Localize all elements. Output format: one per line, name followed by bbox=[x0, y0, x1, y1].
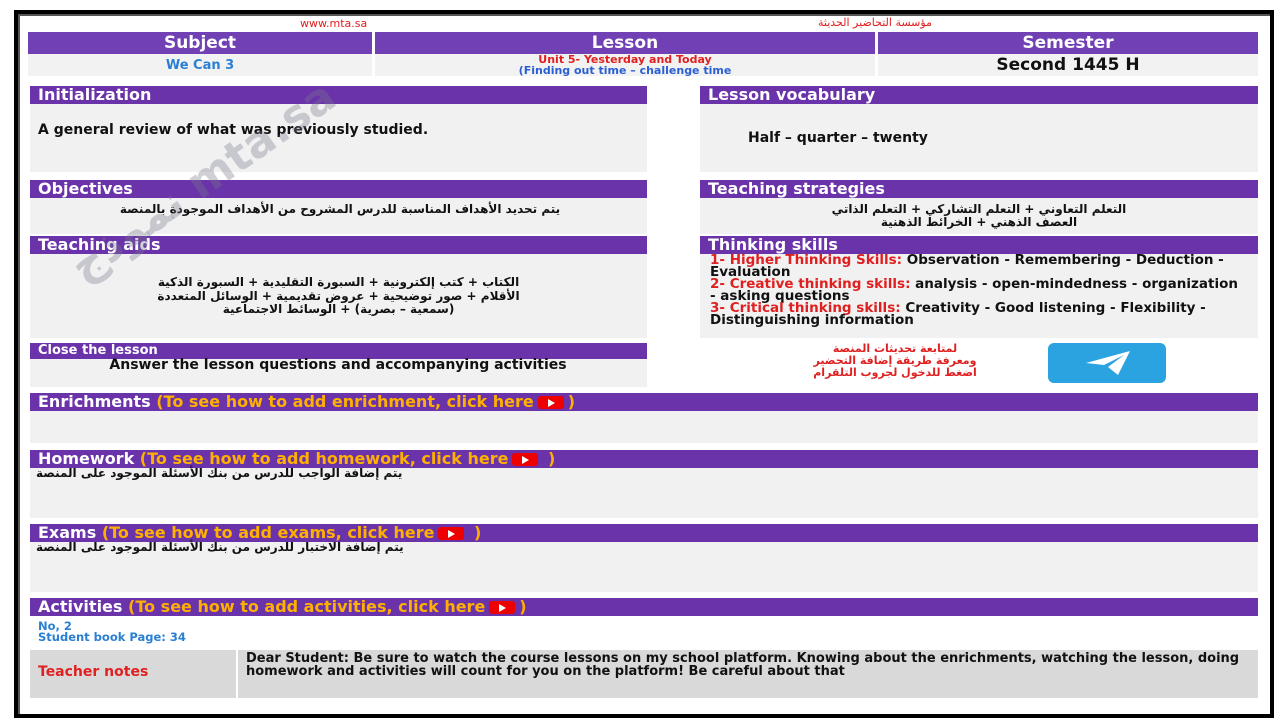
initialization-title: Initialization bbox=[30, 86, 647, 104]
activities-label: Activities bbox=[38, 597, 123, 616]
strategies-line2: العصف الذهني + الخرائط الذهنية bbox=[880, 215, 1078, 229]
enrichments-label: Enrichments bbox=[38, 392, 151, 411]
teacher-notes-divider bbox=[236, 650, 238, 698]
exams-text: يتم إضافة الاختبار للدرس من بنك الأسئلة … bbox=[36, 540, 404, 554]
vocabulary-title: Lesson vocabulary bbox=[700, 86, 1258, 104]
lesson-topic: (Finding out time – challenge time bbox=[518, 64, 732, 77]
enrichments-title: Enrichments (To see how to add enrichmen… bbox=[30, 393, 1258, 411]
activities-close: ) bbox=[519, 597, 527, 616]
subject-header: Subject bbox=[28, 32, 372, 54]
subject-text: We Can 3 bbox=[165, 58, 235, 73]
teacher-notes-label: Teacher notes bbox=[38, 664, 149, 680]
activities-link[interactable]: (To see how to add activities, click her… bbox=[128, 597, 485, 616]
youtube-icon[interactable] bbox=[537, 396, 564, 409]
activities-title: Activities (To see how to add activities… bbox=[30, 598, 1258, 616]
enrichments-close: ) bbox=[567, 392, 576, 411]
telegram-link[interactable]: لمتابعة تحديثات المنصة ومعرفة طريقة إضاف… bbox=[760, 340, 1180, 386]
enrichments-link[interactable]: (To see how to add enrichment, click her… bbox=[156, 392, 534, 411]
youtube-icon[interactable] bbox=[512, 453, 539, 466]
teacher-notes-text: Dear Student: Be sure to watch the cours… bbox=[246, 651, 1240, 679]
strategies-title: Teaching strategies bbox=[700, 180, 1258, 198]
close-text: Answer the lesson questions and accompan… bbox=[109, 357, 567, 373]
thinking-text: 1- Higher Thinking Skills: Observation -… bbox=[710, 253, 1240, 327]
vocabulary-text: Half – quarter – twenty bbox=[748, 130, 928, 146]
lesson-header: Lesson bbox=[375, 32, 875, 54]
subject-value: We Can 3 bbox=[28, 54, 372, 76]
aids-line3: (سمعية – بصرية) + الوسائط الاجتماعية bbox=[222, 302, 455, 316]
paper-plane-icon bbox=[1086, 351, 1130, 375]
semester-text: Second 1445 H bbox=[996, 55, 1140, 75]
org-name: مؤسسة التحاضير الحديثة bbox=[818, 16, 932, 29]
objectives-title: Objectives bbox=[30, 180, 647, 198]
telegram-line3: اضغط للدخول لجروب التلقرام bbox=[813, 366, 977, 379]
website-link[interactable]: www.mta.sa bbox=[300, 17, 367, 30]
youtube-icon[interactable] bbox=[489, 601, 516, 614]
activities-line2: Student book Page: 34 bbox=[38, 630, 186, 644]
aids-line1: الكتاب + كتب إلكترونية + السبورة التقليد… bbox=[157, 275, 520, 289]
homework-text: يتم إضافة الواجب للدرس من بنك الأسئلة ال… bbox=[36, 466, 403, 480]
lesson-value: Unit 5- Yesterday and Today (Finding out… bbox=[375, 54, 875, 76]
homework-close: ) bbox=[542, 449, 556, 468]
enrichments-box bbox=[30, 411, 1258, 443]
semester-header: Semester bbox=[878, 32, 1258, 54]
telegram-icon[interactable] bbox=[1048, 343, 1166, 383]
youtube-icon[interactable] bbox=[438, 527, 465, 540]
semester-value: Second 1445 H bbox=[878, 54, 1258, 76]
exams-close: ) bbox=[468, 523, 482, 542]
